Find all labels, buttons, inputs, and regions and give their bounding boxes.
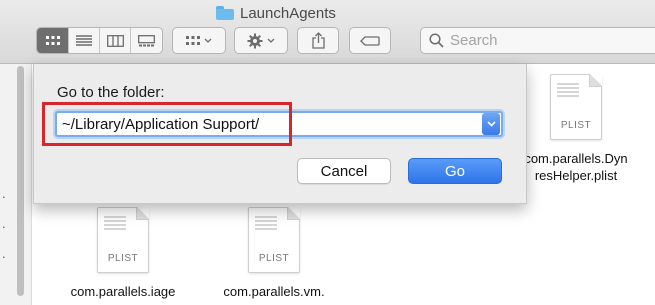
file-kind-label: PLIST [560,120,592,131]
view-mode-control [36,27,163,54]
annotation-highlight-box [42,102,292,146]
action-menu-button[interactable] [234,27,288,54]
plist-document-icon: PLIST [97,207,149,273]
chevron-down-icon [486,121,496,127]
gallery-view-icon [138,34,155,46]
list-view-button[interactable] [69,28,100,53]
window-title: LaunchAgents [216,3,336,23]
cancel-button[interactable]: Cancel [297,158,391,184]
folder-icon [216,6,234,20]
sidebar-truncation-mark: . [2,246,6,261]
file-name-line: com.parallels.vm. [223,284,325,299]
path-history-dropdown[interactable] [482,113,500,135]
icon-view-icon [45,35,60,45]
gallery-view-button[interactable] [131,28,162,53]
plist-document-icon: PLIST [248,207,300,273]
file-item[interactable]: PLIST com.parallels.vm. [199,207,349,300]
share-icon [311,32,325,49]
group-by-button[interactable] [172,27,226,54]
chevron-down-icon [267,38,275,43]
tags-button[interactable] [349,27,391,54]
column-view-button[interactable] [100,28,131,53]
dialog-label: Go to the folder: [57,84,165,101]
list-view-icon [76,35,92,46]
share-button[interactable] [297,27,339,54]
file-item[interactable]: PLIST com.parallels.iage [48,207,198,300]
group-by-icon [186,35,200,45]
file-kind-label: PLIST [107,253,139,264]
file-name-line: com.parallels.iage [70,284,176,299]
column-view-icon [106,34,124,47]
gear-icon [247,33,263,48]
file-kind-label: PLIST [258,253,290,264]
go-button[interactable]: Go [408,158,502,184]
toolbar: LaunchAgents [0,0,655,64]
sidebar-truncation-mark: . [2,216,6,231]
search-icon [429,33,444,48]
sidebar-truncation-mark: . [2,186,6,201]
icon-view-button[interactable] [37,28,69,53]
search-field[interactable] [420,27,655,54]
finder-window: LaunchAgents Search . . . PLIST com.para… [0,0,655,305]
sidebar-edge [0,64,32,305]
tag-icon [360,35,380,46]
plist-document-icon: PLIST [550,74,602,140]
window-title-text: LaunchAgents [240,4,336,22]
search-input[interactable] [450,32,650,49]
chevron-down-icon [204,38,212,43]
sidebar-scrollbar[interactable] [17,66,24,296]
